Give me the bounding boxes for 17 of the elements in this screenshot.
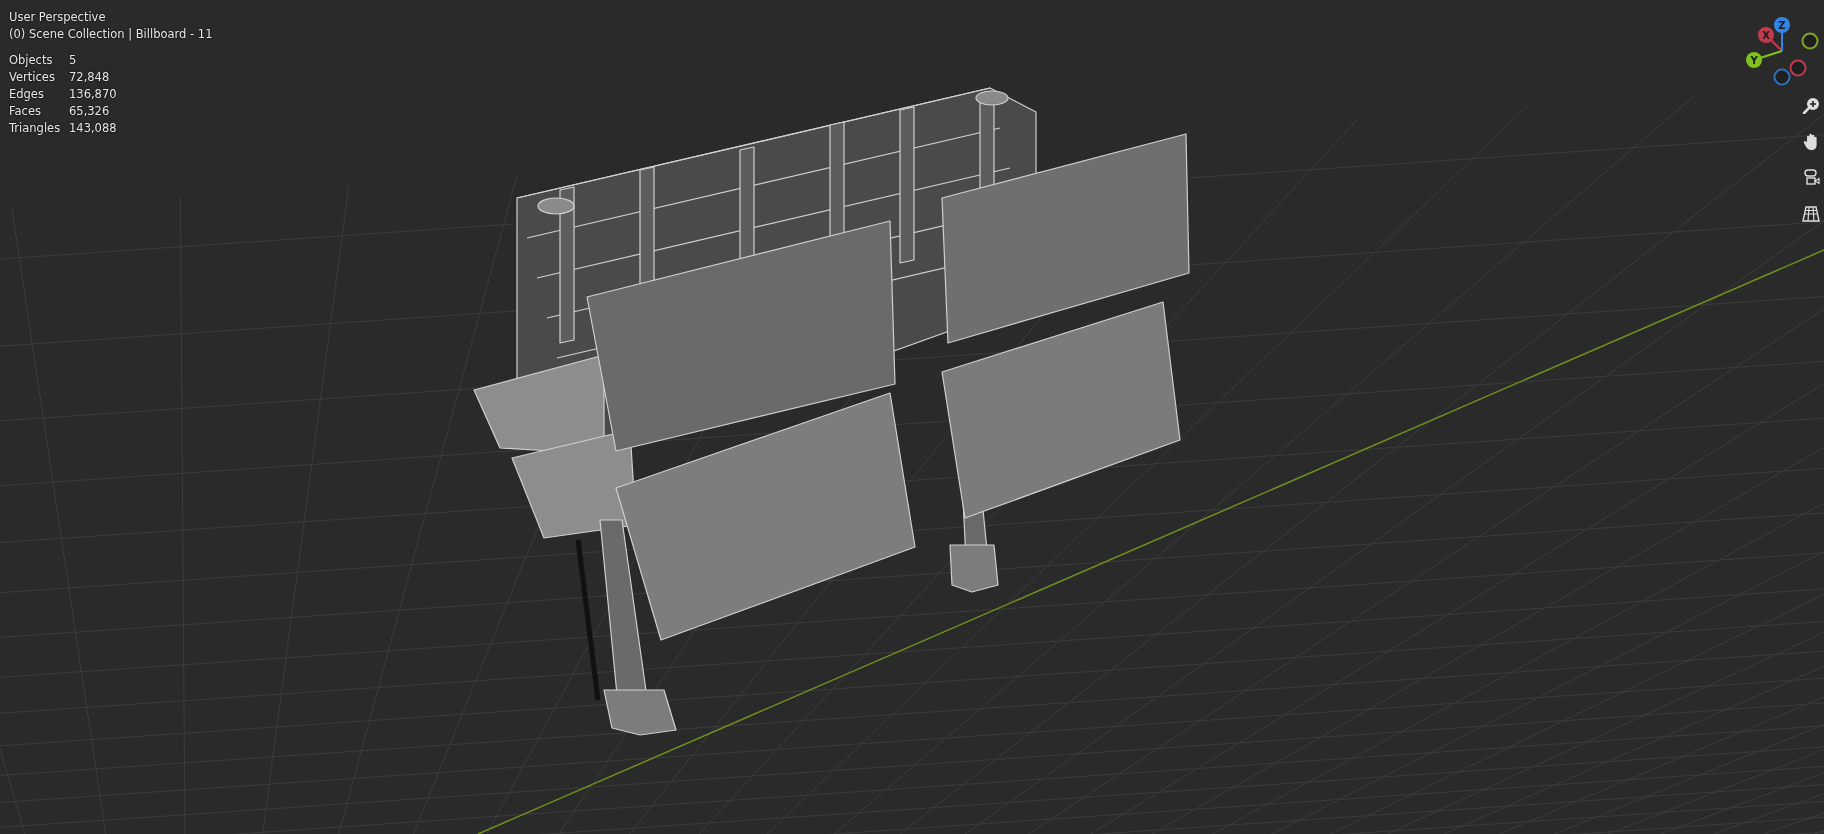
stat-value: 5 bbox=[69, 52, 78, 69]
view-name: User Perspective bbox=[9, 9, 107, 26]
stat-value: 136,870 bbox=[69, 86, 118, 103]
stat-value: 65,326 bbox=[69, 103, 111, 120]
axis-handle[interactable] bbox=[1789, 59, 1807, 77]
stat-label: Vertices bbox=[9, 69, 56, 86]
stat-label: Faces bbox=[9, 103, 42, 120]
axis-handle[interactable]: Y bbox=[1746, 50, 1783, 68]
axis-handle[interactable]: Z bbox=[1774, 17, 1790, 52]
stat-value: 72,848 bbox=[69, 69, 111, 86]
stat-value: 143,088 bbox=[69, 120, 118, 137]
stat-label: Triangles bbox=[9, 120, 62, 137]
stat-label: Edges bbox=[9, 86, 45, 103]
axis-handle[interactable] bbox=[1773, 68, 1791, 86]
axis-handle[interactable] bbox=[1801, 32, 1819, 50]
scene-context: (0) Scene Collection | Billboard - 11 bbox=[9, 26, 213, 43]
stat-label: Objects bbox=[9, 52, 54, 69]
